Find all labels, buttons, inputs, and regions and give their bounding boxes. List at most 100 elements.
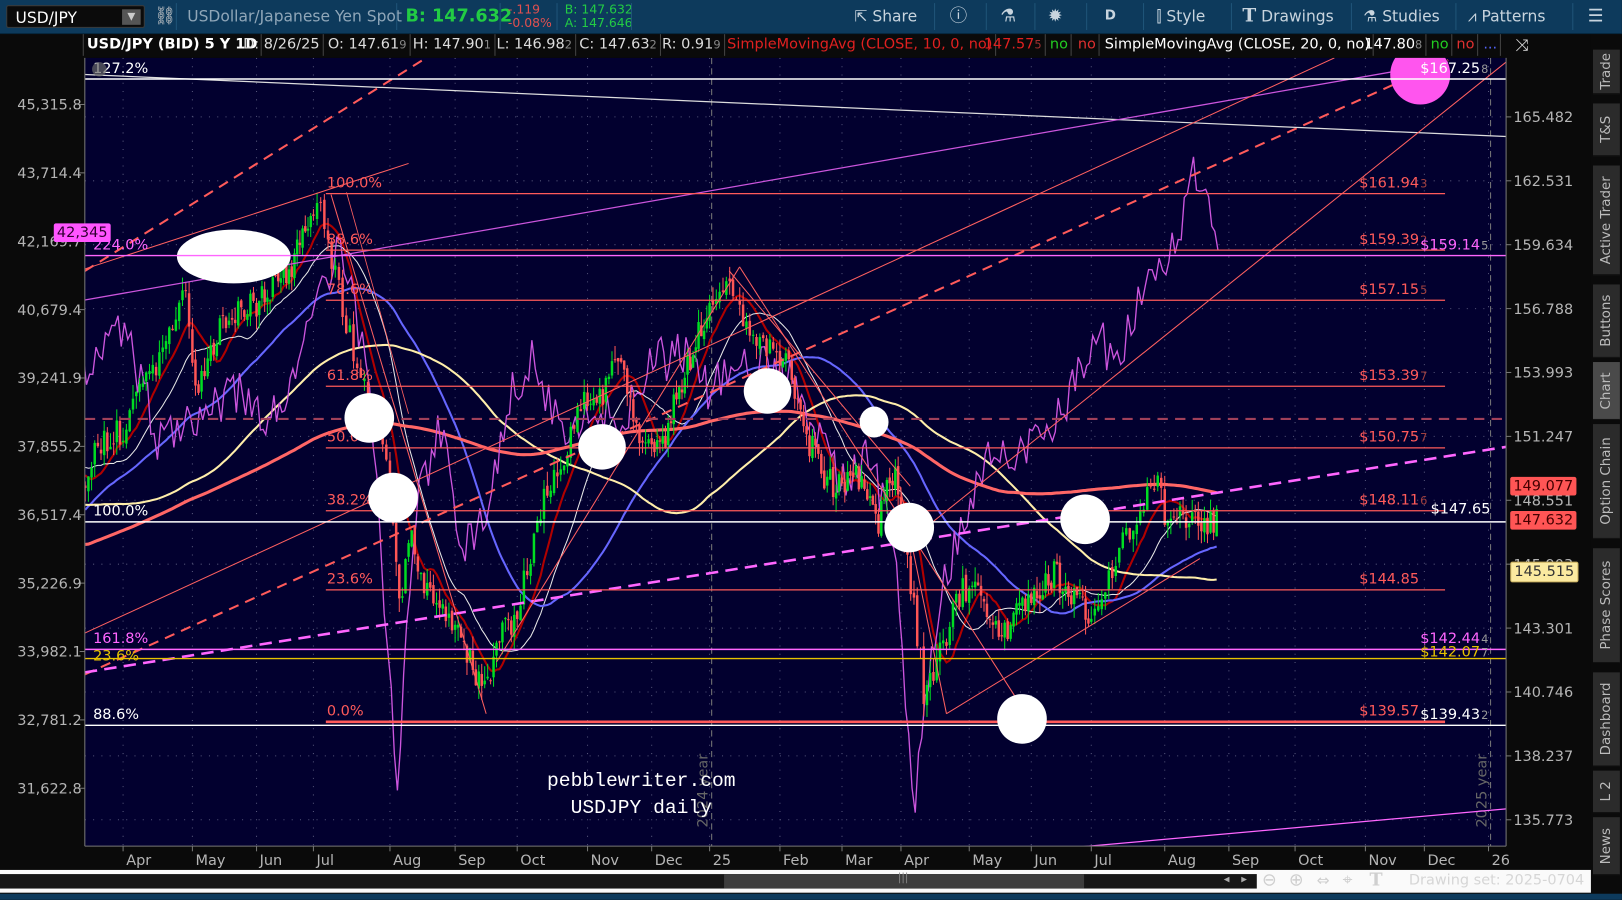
patterns-button[interactable]: ⩘ Patterns bbox=[1468, 0, 1546, 33]
candle-body bbox=[1058, 562, 1062, 593]
chevron-down-icon[interactable]: ▼ bbox=[122, 9, 141, 25]
candle-body bbox=[304, 226, 307, 232]
style-button[interactable]: ⫿ Style bbox=[1156, 0, 1205, 33]
candle-body bbox=[522, 570, 526, 605]
level-price-label: $139.43 bbox=[1420, 707, 1480, 723]
candle-body bbox=[419, 572, 423, 575]
highlight-circle bbox=[344, 393, 395, 443]
drawings-button[interactable]: T Drawings bbox=[1242, 0, 1333, 33]
info-icon[interactable]: ⓘ bbox=[950, 0, 968, 33]
sma20-study[interactable]: SimpleMovingAvg (CLOSE, 20, 0, no) bbox=[1102, 34, 1375, 56]
x-axis-label: Oct bbox=[520, 853, 545, 869]
sidebar-tab-option-chain[interactable]: Option Chain bbox=[1592, 424, 1620, 539]
candle-body bbox=[828, 468, 832, 480]
candle-body bbox=[1084, 598, 1087, 620]
candle-body bbox=[319, 201, 322, 203]
candle-body bbox=[102, 430, 106, 456]
candle-body bbox=[243, 310, 246, 317]
candle-body bbox=[1114, 566, 1118, 577]
candle-body bbox=[985, 603, 989, 618]
candle-body bbox=[398, 564, 401, 599]
zoom-out-icon[interactable]: ⊖ bbox=[1262, 870, 1277, 891]
candle-body bbox=[650, 438, 653, 445]
candle-body bbox=[87, 476, 90, 492]
share-button[interactable]: ⇱ Share bbox=[854, 0, 917, 33]
header-open: O: 147.619 bbox=[325, 34, 411, 56]
level-price-label-sub: 4 bbox=[1481, 632, 1488, 646]
sidebar-tab-t-s[interactable]: T&S bbox=[1592, 103, 1620, 157]
candle-body bbox=[1128, 528, 1132, 540]
candle-body bbox=[413, 527, 417, 555]
candle-body bbox=[811, 436, 814, 459]
candle-body bbox=[337, 266, 341, 280]
candle-body bbox=[610, 361, 614, 376]
candle-body bbox=[515, 611, 519, 620]
scrollbar-thumb[interactable]: ||| bbox=[724, 872, 1085, 889]
candle-body bbox=[144, 372, 148, 382]
menu-icon[interactable]: ☰ bbox=[1588, 0, 1604, 33]
candle-body bbox=[274, 275, 277, 277]
header-high: H: 147.901 bbox=[410, 34, 496, 56]
sidebar-tab-buttons[interactable]: Buttons bbox=[1592, 284, 1620, 358]
sidebar-tab-news[interactable]: News bbox=[1592, 817, 1620, 876]
candle-body bbox=[115, 420, 119, 443]
sma10-study[interactable]: SimpleMovingAvg (CLOSE, 10, 0, no) bbox=[724, 34, 997, 56]
price-chart[interactable]: 2024 year 2025 yearpebblewriter.comUSDJPY… bbox=[0, 0, 1591, 871]
candle-body bbox=[1018, 602, 1021, 606]
flask-icon[interactable]: ⚗ bbox=[1000, 0, 1016, 33]
link-icon[interactable]: ⛓ bbox=[154, 0, 176, 33]
period-button[interactable]: D bbox=[1105, 0, 1116, 33]
candle-body bbox=[1050, 582, 1053, 590]
candle-body bbox=[1163, 489, 1166, 525]
candle-body bbox=[991, 622, 995, 625]
sidebar-tab-dashboard[interactable]: Dashboard bbox=[1592, 672, 1620, 767]
fib-price-label: $150.75 bbox=[1359, 430, 1419, 446]
candle-body bbox=[849, 470, 852, 476]
level-price-label: $159.14 bbox=[1420, 237, 1480, 253]
x-axis-label: Jun bbox=[1033, 853, 1057, 869]
candle-body bbox=[675, 392, 678, 400]
candle-body bbox=[860, 476, 863, 488]
sidebar-tab-l-2[interactable]: L 2 bbox=[1592, 770, 1620, 814]
candle-body bbox=[96, 442, 100, 447]
crosshair-icon[interactable]: ⌖ bbox=[1343, 870, 1353, 891]
scroll-left-icon[interactable]: ◂ bbox=[1224, 872, 1230, 885]
candle-body bbox=[644, 442, 647, 444]
drawing-set-label[interactable]: Drawing set: 2025-0704 bbox=[1409, 872, 1584, 889]
pan-icon[interactable]: ⇔ bbox=[1317, 871, 1330, 890]
candle-body bbox=[158, 352, 161, 376]
candle bbox=[218, 314, 222, 346]
candle-body bbox=[480, 673, 483, 686]
sidebar-tab-phase-scores[interactable]: Phase Scores bbox=[1592, 548, 1620, 664]
candle-body bbox=[249, 293, 252, 317]
level-price-label: $142.07 bbox=[1420, 644, 1480, 660]
sma20-no-1: no bbox=[1427, 34, 1453, 56]
candle-body bbox=[1175, 518, 1179, 520]
sidebar-tab-active-trader[interactable]: Active Trader bbox=[1592, 165, 1620, 276]
candle-body bbox=[680, 389, 684, 393]
collapse-studies-icon[interactable]: ⤨ bbox=[1512, 34, 1531, 56]
candle-body bbox=[290, 266, 293, 277]
sidebar-tab-chart[interactable]: Chart bbox=[1592, 362, 1620, 420]
candle-body bbox=[187, 293, 191, 327]
candle-body bbox=[1118, 547, 1121, 563]
more-studies-button[interactable]: ... bbox=[1480, 34, 1502, 56]
fib-percent-label: 78.6% bbox=[327, 282, 373, 298]
bottom-border bbox=[0, 893, 1622, 900]
symbol-selector[interactable]: USD/JPY ▼ bbox=[6, 5, 145, 28]
candle-body bbox=[731, 279, 735, 297]
gear-icon[interactable]: ✹ bbox=[1048, 0, 1063, 33]
candle-body bbox=[951, 603, 955, 628]
scroll-right-icon[interactable]: ▸ bbox=[1241, 872, 1247, 885]
candle-body bbox=[1139, 510, 1142, 524]
candle-body bbox=[589, 403, 592, 405]
candle-body bbox=[154, 366, 158, 376]
text-tool-icon[interactable]: T bbox=[1370, 870, 1383, 891]
zoom-in-icon[interactable]: ⊕ bbox=[1289, 870, 1304, 891]
candle bbox=[880, 496, 883, 538]
horizontal-scrollbar[interactable]: ||| ◂ ▸ bbox=[0, 872, 1257, 889]
sidebar-tab-trade[interactable]: Trade bbox=[1592, 49, 1620, 95]
studies-button[interactable]: ⚗ Studies bbox=[1363, 0, 1439, 33]
candle-body bbox=[501, 622, 504, 643]
candle-body bbox=[755, 336, 758, 346]
